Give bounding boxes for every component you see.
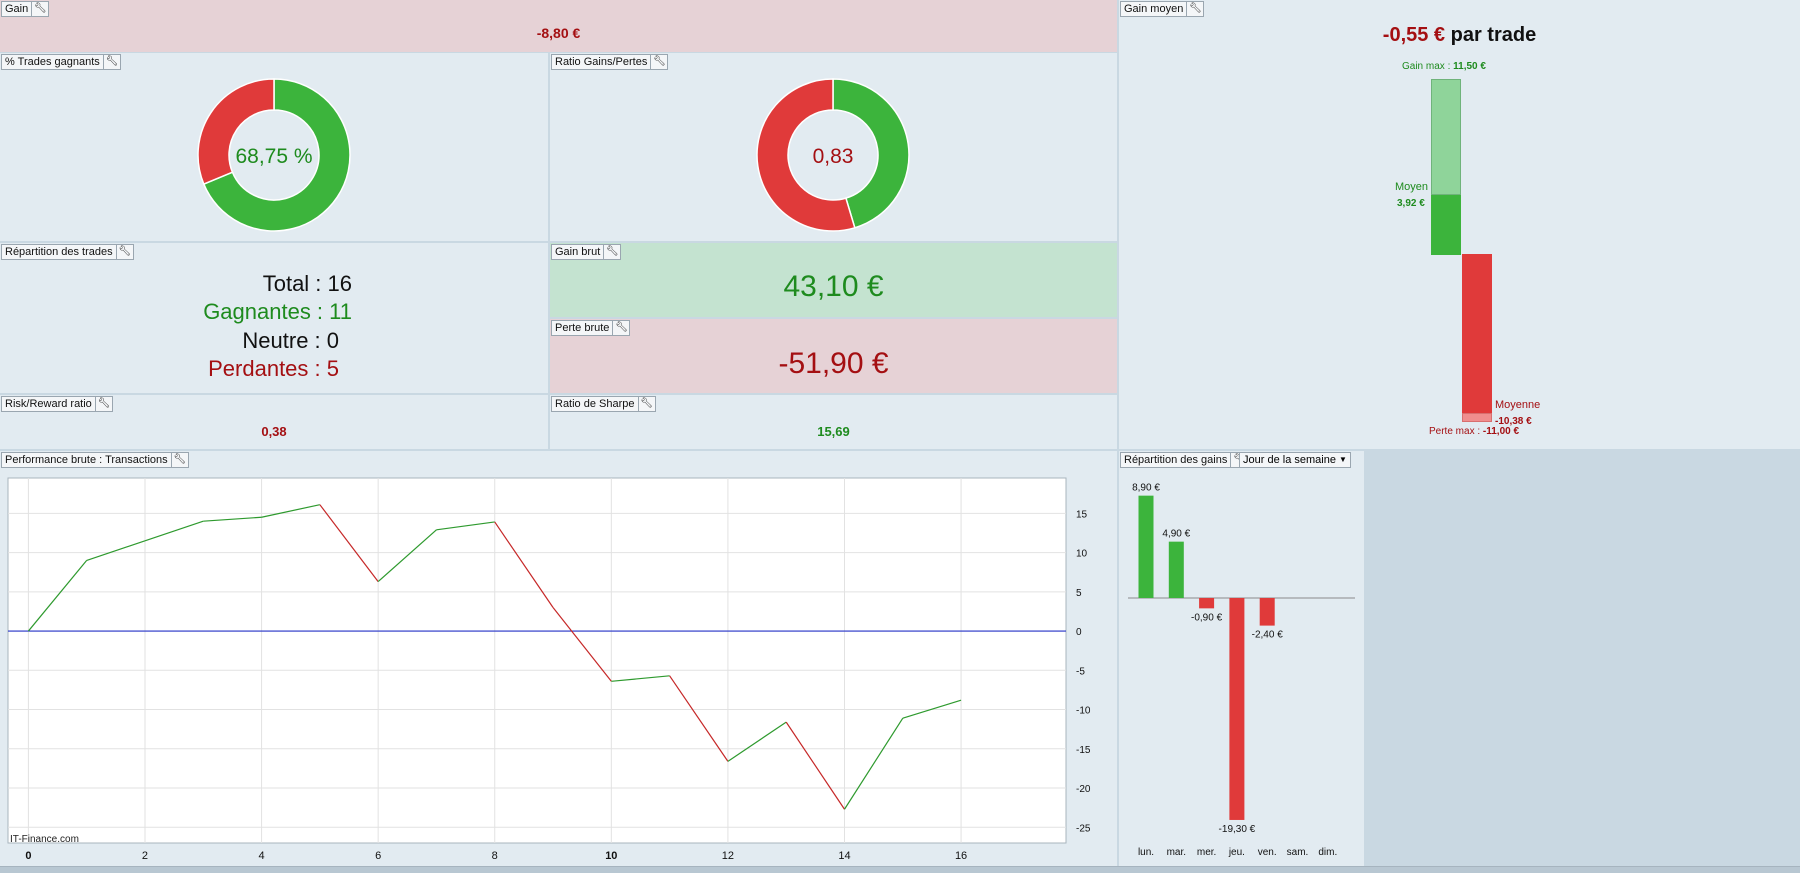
gain-max-bar [1431, 79, 1461, 195]
gain-moyen-title: Gain moyen [1124, 3, 1184, 15]
gain-moyen-headline: -0,55 € par trade [1119, 24, 1800, 47]
wrench-icon[interactable]: 🔧︎ [115, 245, 133, 259]
day-label: dim. [1318, 847, 1337, 858]
bar-value-label: -19,30 € [1219, 824, 1256, 835]
moyen-label: Moyen [1395, 181, 1429, 193]
perte-brute-value: -51,90 € [778, 347, 889, 380]
gain-tag[interactable]: Gain 🔧︎ [1, 1, 50, 17]
gain-max-label: Gain max : 11,50 € [1402, 61, 1486, 72]
gain-title: Gain [5, 3, 29, 15]
x-tick-label: 16 [955, 850, 967, 862]
moyen-value: 3,92 € [1397, 198, 1425, 209]
perte-brute-title: Perte brute [555, 322, 610, 334]
trades-gagnants-donut: 68,75 % [197, 78, 351, 232]
risk-reward-value: 0,38 [261, 424, 287, 439]
trades-gagnants-value: 68,75 % [235, 145, 312, 168]
y-tick-label: -20 [1076, 784, 1091, 795]
ratio-gp-value: 0,83 [813, 145, 854, 168]
gains-bar-chart: 8,90 € lun. 4,90 € mar. -0,90 € mer. -19,30 € j… [1128, 483, 1355, 858]
gain-brut-tag[interactable]: Gain brut 🔧︎ [551, 244, 622, 260]
gain-panel: Gain 🔧︎ -8,80 € [0, 0, 1117, 52]
repartition-trades-panel: Répartition des trades 🔧︎ Total : 16 Gagn… [0, 243, 548, 393]
wrench-icon[interactable]: 🔧︎ [612, 321, 629, 335]
trades-gagnants-loss-slice [197, 78, 275, 186]
day-label: jeu. [1228, 847, 1245, 858]
y-tick-label: 5 [1076, 588, 1082, 599]
wrench-icon[interactable]: 🔧︎ [603, 245, 620, 259]
trades-neutre: Neutre : 0 [242, 328, 339, 353]
wrench-icon[interactable]: 🔧︎ [637, 397, 655, 411]
wrench-icon[interactable]: 🔧︎ [1186, 2, 1203, 16]
x-tick-label: 2 [142, 850, 148, 862]
ratio-gp-donut: 0,83 [756, 78, 910, 232]
gain-value: -8,80 € [536, 25, 581, 41]
risk-reward-tag[interactable]: Risk/Reward ratio 🔧︎ [1, 396, 113, 412]
y-tick-label: 15 [1076, 509, 1088, 520]
gain-moyen-value: -0,55 € [1382, 24, 1446, 46]
watermark: IT-Finance.com [10, 834, 79, 845]
day-bar [1199, 598, 1215, 609]
bar-value-label: -0,90 € [1191, 612, 1223, 623]
x-tick-label: 10 [605, 850, 617, 862]
wrench-icon[interactable]: 🔧︎ [94, 397, 112, 411]
trades-gagnantes: Gagnantes : 11 [203, 299, 352, 324]
gain-brut-panel: Gain brut 🔧︎ 43,10 € [550, 243, 1117, 317]
day-label: sam. [1287, 847, 1309, 858]
y-tick-label: -10 [1076, 706, 1091, 717]
day-label: lun. [1138, 847, 1154, 858]
day-bar [1138, 495, 1154, 598]
sharpe-tag[interactable]: Ratio de Sharpe 🔧︎ [551, 396, 656, 412]
y-tick-label: 0 [1076, 627, 1082, 638]
perte-brute-tag[interactable]: Perte brute 🔧︎ [551, 320, 631, 336]
day-label: ven. [1258, 847, 1277, 858]
bar-value-label: 4,90 € [1162, 529, 1190, 540]
perte-max-bar [1462, 413, 1492, 422]
y-tick-label: -15 [1076, 745, 1091, 756]
gain-moyen-tag[interactable]: Gain moyen 🔧︎ [1120, 1, 1205, 17]
risk-reward-panel: Risk/Reward ratio 🔧︎ 0,38 [0, 395, 548, 449]
day-bar [1229, 598, 1245, 820]
x-tick-label: 12 [722, 850, 734, 862]
trades-gagnants-panel: % Trades gagnants 🔧︎ 68,75 % [0, 53, 548, 241]
sharpe-title: Ratio de Sharpe [555, 398, 635, 410]
performance-line-chart: 15 10 5 0 -5 -10 -15 -20 -25 0 2 4 6 8 10 12 14 16 IT-Fin… [7, 477, 1091, 862]
repartition-gains-panel: Répartition des gains🔧︎ Jour de la semai… [1119, 451, 1364, 866]
repartition-trades-tag[interactable]: Répartition des trades 🔧︎ [1, 244, 134, 260]
x-tick-label: 14 [838, 850, 850, 862]
day-label: mer. [1197, 847, 1216, 858]
performance-panel: Performance brute : Transactions 🔧︎ 15 10 5… [0, 451, 1117, 866]
wrench-icon[interactable]: 🔧︎ [31, 2, 48, 16]
sharpe-value: 15,69 [817, 424, 850, 439]
y-tick-label: -25 [1076, 823, 1091, 834]
trades-perdantes: Perdantes : 5 [208, 356, 339, 381]
ratio-gp-panel: Ratio Gains/Pertes 🔧︎ 0,83 [550, 53, 1117, 241]
gain-moyen-bar [1431, 195, 1461, 255]
y-tick-label: 10 [1076, 549, 1088, 560]
day-label: mar. [1167, 847, 1186, 858]
trades-total: Total : 16 [262, 271, 352, 296]
day-bar [1168, 541, 1184, 598]
gain-moyen-panel: Gain moyen 🔧︎ -0,55 € par trade Gain max … [1119, 0, 1800, 449]
bar-value-label: 8,90 € [1132, 483, 1160, 494]
x-tick-label: 6 [375, 850, 381, 862]
gain-brut-value: 43,10 € [783, 270, 884, 303]
gain-moyen-suffix: par trade [1445, 24, 1537, 46]
repartition-trades-title: Répartition des trades [5, 246, 113, 258]
day-bar [1259, 598, 1275, 626]
moyenne-label: Moyenne [1495, 399, 1541, 411]
bar-value-label: -2,40 € [1252, 630, 1284, 641]
x-tick-label: 8 [492, 850, 498, 862]
perte-max-label: Perte max : -11,00 € [1429, 426, 1520, 437]
y-tick-label: -5 [1076, 666, 1085, 677]
perte-brute-panel: Perte brute 🔧︎ -51,90 € [550, 319, 1117, 393]
sharpe-panel: Ratio de Sharpe 🔧︎ 15,69 [550, 395, 1117, 449]
risk-reward-title: Risk/Reward ratio [5, 398, 92, 410]
x-tick-label: 4 [259, 850, 265, 862]
gain-brut-title: Gain brut [555, 246, 601, 258]
x-tick-label: 0 [25, 850, 31, 862]
perte-moyenne-bar [1462, 254, 1492, 413]
